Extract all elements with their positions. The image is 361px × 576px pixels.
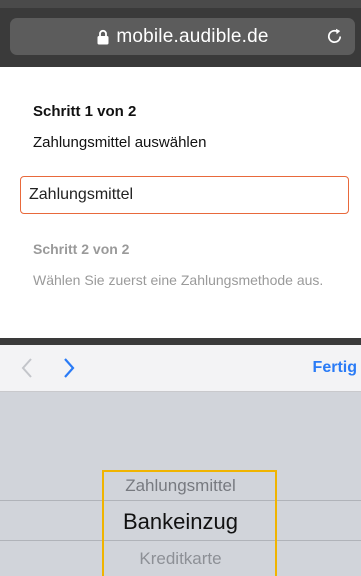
picker-toolbar: Fertig — [0, 345, 361, 392]
chevron-left-icon[interactable] — [20, 357, 34, 379]
lock-icon — [97, 29, 109, 44]
chevron-right-icon[interactable] — [62, 357, 76, 379]
page-content: Schritt 1 von 2 Zahlungsmittel auswählen… — [0, 67, 361, 338]
reload-icon[interactable] — [325, 27, 344, 46]
step2-description: Wählen Sie zuerst eine Zahlungsmethode a… — [33, 272, 324, 288]
url-text: mobile.audible.de — [116, 25, 269, 47]
step1-title: Schritt 1 von 2 — [33, 103, 137, 120]
payment-method-select[interactable]: Zahlungsmittel — [20, 176, 349, 214]
option-picker-wheel[interactable]: Zahlungsmittel Bankeinzug Kreditkarte — [0, 392, 361, 576]
step1-description: Zahlungsmittel auswählen — [33, 134, 207, 151]
browser-top-bar: mobile.audible.de — [0, 0, 361, 67]
done-button[interactable]: Fertig — [313, 359, 357, 377]
address-bar[interactable]: mobile.audible.de — [10, 18, 355, 55]
status-strip — [0, 0, 361, 8]
separator — [0, 338, 361, 345]
payment-method-select-value: Zahlungsmittel — [29, 186, 134, 203]
picker-highlight-frame — [102, 470, 277, 576]
step2-title: Schritt 2 von 2 — [33, 241, 130, 257]
page: mobile.audible.de Schritt 1 von 2 Zahlun… — [0, 0, 361, 576]
